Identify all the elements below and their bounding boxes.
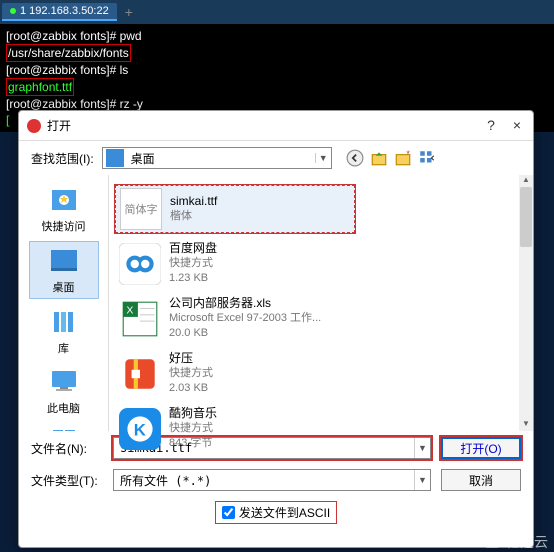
filetype-combo[interactable]: ▼	[113, 469, 431, 491]
file-size: 1.23 KB	[169, 271, 217, 286]
open-dialog: 打开 ? × 查找范围(I): ▼ * 快捷访问 桌面	[18, 110, 534, 548]
up-icon[interactable]	[370, 149, 388, 167]
prompt: [root@zabbix fonts]#	[6, 97, 120, 111]
file-name: simkai.ttf	[170, 194, 217, 209]
new-folder-icon[interactable]: *	[394, 149, 412, 167]
ascii-label: 发送文件到ASCII	[239, 504, 330, 521]
lookup-arrow[interactable]: ▼	[315, 153, 331, 163]
output-file: graphfont.ttf	[6, 78, 74, 96]
cmd-pwd: pwd	[120, 29, 142, 43]
thispc-icon	[46, 366, 82, 398]
lookup-label: 查找范围(I):	[31, 150, 94, 167]
back-icon[interactable]	[346, 149, 364, 167]
kugou-icon: K	[119, 408, 161, 450]
app-icon	[27, 119, 41, 133]
tab-status-icon	[10, 8, 16, 14]
sidebar-item-thispc[interactable]: 此电脑	[29, 363, 99, 419]
quickaccess-icon	[46, 184, 82, 216]
desktop-icon	[106, 149, 124, 167]
haozip-icon	[119, 353, 161, 395]
svg-text:K: K	[134, 420, 146, 439]
ascii-checkbox[interactable]	[222, 506, 235, 519]
network-icon	[46, 426, 82, 431]
libraries-icon	[46, 306, 82, 338]
filename-label: 文件名(N):	[31, 440, 103, 457]
file-item-excel[interactable]: X 公司内部服务器.xlsMicrosoft Excel 97-2003 工作.…	[115, 294, 527, 343]
file-name: 公司内部服务器.xls	[169, 296, 321, 311]
file-size: 2.03 KB	[169, 381, 213, 396]
places-sidebar: 快捷访问 桌面 库 此电脑 网络	[19, 175, 109, 431]
file-type: 快捷方式	[169, 366, 213, 381]
filetype-input[interactable]	[114, 470, 414, 490]
bracket: [	[6, 113, 9, 127]
tab-bar: 1 192.168.3.50:22 +	[0, 0, 554, 24]
filetype-label: 文件类型(T):	[31, 472, 103, 489]
sidebar-label: 桌面	[53, 279, 75, 295]
prompt: [root@zabbix fonts]#	[6, 29, 120, 43]
file-list-area: 简体字 simkai.ttf楷体 百度网盘快捷方式1.23 KB X 公司内部服…	[109, 175, 533, 431]
file-type: 楷体	[170, 209, 217, 224]
file-type: Microsoft Excel 97-2003 工作...	[169, 311, 321, 326]
file-item-simkai[interactable]: 简体字 simkai.ttf楷体	[115, 185, 355, 233]
sidebar-label: 库	[58, 340, 69, 356]
file-name: 好压	[169, 351, 213, 366]
lookup-input[interactable]	[127, 151, 315, 165]
file-size: 843 字节	[169, 436, 217, 451]
ascii-checkbox-wrap[interactable]: 发送文件到ASCII	[215, 501, 337, 524]
tab-session[interactable]: 1 192.168.3.50:22	[2, 3, 117, 21]
dialog-title: 打开	[47, 117, 483, 134]
help-button[interactable]: ?	[483, 118, 499, 134]
sidebar-label: 此电脑	[47, 400, 80, 416]
scroll-up[interactable]: ▲	[519, 175, 533, 187]
sidebar-item-network[interactable]: 网络	[29, 423, 99, 431]
font-icon: 简体字	[120, 188, 162, 230]
file-type: 快捷方式	[169, 256, 217, 271]
lookup-combo[interactable]: ▼	[102, 147, 332, 169]
cancel-button[interactable]: 取消	[441, 469, 521, 491]
lookup-row: 查找范围(I): ▼ *	[19, 141, 533, 175]
svg-text:*: *	[406, 149, 410, 159]
file-name: 百度网盘	[169, 241, 217, 256]
nav-icons: *	[346, 149, 436, 167]
close-button[interactable]: ×	[509, 118, 525, 134]
scroll-thumb[interactable]	[520, 187, 532, 247]
cmd-rz: rz -y	[120, 97, 143, 111]
sidebar-item-quickaccess[interactable]: 快捷访问	[29, 181, 99, 237]
output-path: /usr/share/zabbix/fonts	[6, 44, 131, 62]
cmd-ls: ls	[120, 63, 129, 77]
baidu-icon	[119, 243, 161, 285]
excel-icon: X	[119, 298, 161, 340]
view-icon[interactable]	[418, 149, 436, 167]
tab-add-button[interactable]: +	[117, 4, 141, 20]
desktop-icon	[46, 245, 82, 277]
file-type: 快捷方式	[169, 421, 217, 436]
file-item-haozip[interactable]: 好压快捷方式2.03 KB	[115, 349, 527, 398]
file-item-baidu[interactable]: 百度网盘快捷方式1.23 KB	[115, 239, 527, 288]
title-bar[interactable]: 打开 ? ×	[19, 111, 533, 141]
filetype-arrow[interactable]: ▼	[414, 470, 430, 490]
file-size: 20.0 KB	[169, 326, 321, 341]
scroll-down[interactable]: ▼	[519, 419, 533, 431]
sidebar-item-desktop[interactable]: 桌面	[29, 241, 99, 299]
svg-text:X: X	[126, 304, 133, 316]
tab-title: 1 192.168.3.50:22	[20, 5, 109, 17]
sidebar-item-libraries[interactable]: 库	[29, 303, 99, 359]
file-item-kugou[interactable]: K 酷狗音乐快捷方式843 字节	[115, 404, 527, 453]
file-name: 酷狗音乐	[169, 406, 217, 421]
scrollbar[interactable]: ▲ ▼	[519, 175, 533, 431]
sidebar-label: 快捷访问	[42, 218, 86, 234]
prompt: [root@zabbix fonts]#	[6, 63, 120, 77]
